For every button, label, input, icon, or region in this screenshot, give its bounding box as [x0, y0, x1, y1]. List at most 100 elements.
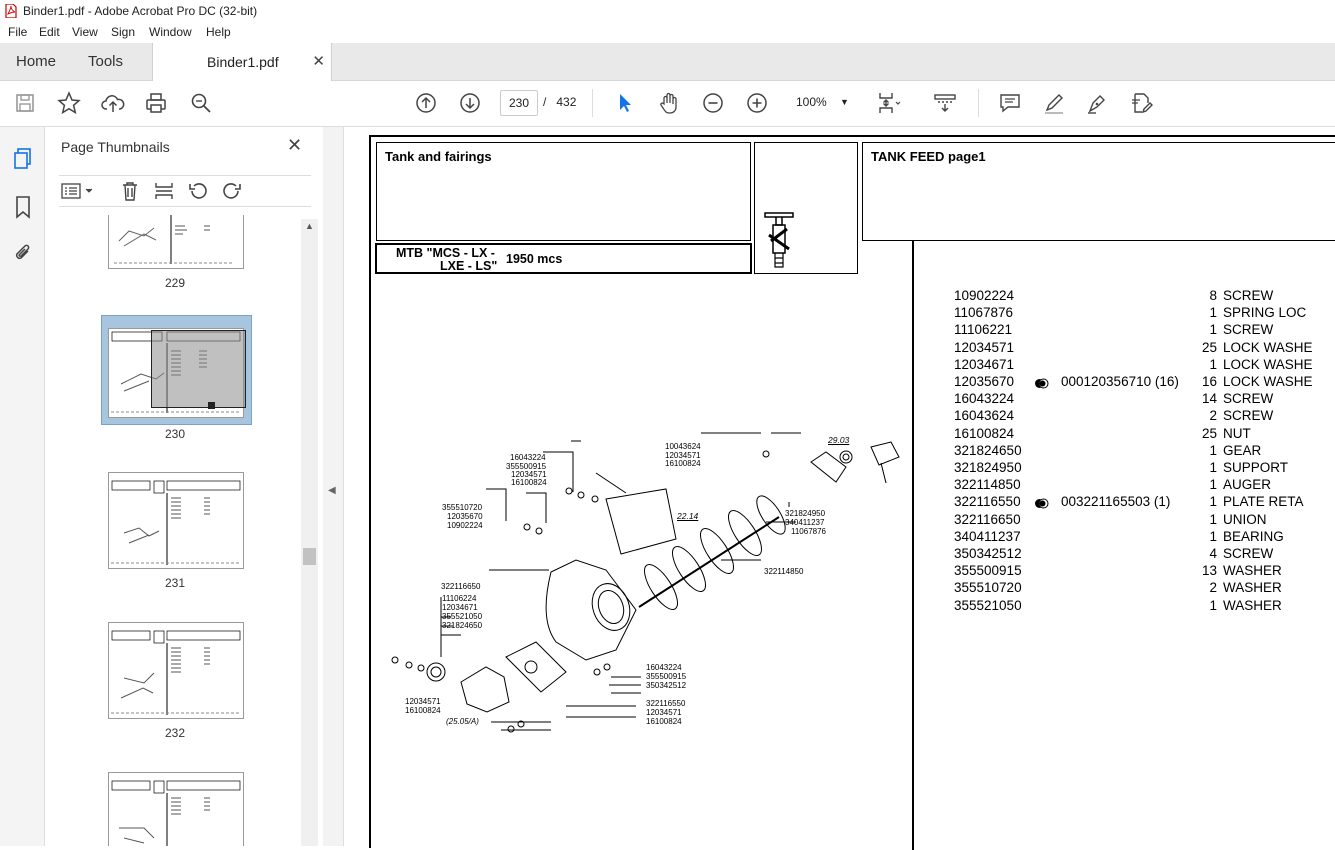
section-title-box: Tank and fairings — [376, 142, 751, 241]
part-quantity: 25 — [1201, 339, 1217, 355]
menu-edit[interactable]: Edit — [39, 25, 60, 39]
part-code: 12034671 — [954, 356, 1015, 372]
part-description: LOCK WASHE — [1223, 356, 1313, 372]
thumbnail-232[interactable] — [108, 622, 244, 719]
thumbnail-toolbar — [59, 175, 311, 207]
trash-icon[interactable] — [119, 180, 141, 202]
thumbnail-229[interactable] — [108, 215, 244, 269]
callout: 16043224 — [646, 663, 682, 672]
upload-cloud-icon[interactable] — [100, 90, 126, 116]
page-fit-icon[interactable] — [876, 90, 902, 116]
menu-view[interactable]: View — [72, 25, 98, 39]
model-line-2: LXE - LS" — [440, 259, 498, 273]
callout: 340411237 — [785, 518, 825, 527]
thumbnail-label: 232 — [164, 726, 186, 740]
close-tab-icon[interactable]: ✕ — [312, 52, 325, 70]
thumbnail-231[interactable] — [108, 472, 244, 569]
callout: 16100824 — [665, 459, 701, 468]
attachment-icon[interactable] — [12, 241, 34, 265]
part-code: 355500915 — [954, 563, 1022, 579]
part-description: WASHER — [1223, 597, 1282, 613]
part-quantity: 1 — [1209, 494, 1217, 510]
part-code: 321824650 — [954, 442, 1022, 458]
page-number-input[interactable]: 230 — [500, 90, 538, 116]
zoom-in-icon[interactable] — [744, 90, 770, 116]
options-menu-icon[interactable] — [61, 182, 95, 200]
menu-help[interactable]: Help — [206, 25, 231, 39]
page-thumbnails-icon[interactable] — [12, 147, 34, 171]
title-bar: Binder1.pdf - Adobe Acrobat Pro DC (32-b… — [0, 0, 1335, 22]
callout: 11067876 — [791, 527, 826, 536]
total-pages: 432 — [556, 95, 577, 109]
page-total: / 432 — [543, 95, 576, 109]
collapse-panel-icon[interactable]: ◀ — [328, 485, 336, 496]
sign-pen-icon[interactable] — [1085, 90, 1111, 116]
close-panel-icon[interactable]: ✕ — [287, 135, 302, 156]
callout: 16100824 — [405, 706, 441, 715]
viewport-indicator[interactable] — [151, 330, 246, 408]
callout: 12034571 — [646, 708, 682, 717]
thumbnail-preview — [111, 480, 241, 565]
zoom-search-icon[interactable] — [188, 90, 214, 116]
callout: 350342512 — [646, 681, 687, 690]
part-code: 16100824 — [954, 425, 1015, 441]
callout: 16100824 — [511, 478, 547, 487]
menu-file[interactable]: File — [8, 25, 27, 39]
edit-pdf-icon[interactable] — [1129, 90, 1155, 116]
part-quantity: 1 — [1209, 356, 1217, 372]
previous-page-icon[interactable] — [413, 90, 439, 116]
callout: 12034571 — [405, 697, 441, 706]
part-description: WASHER — [1223, 580, 1282, 596]
comment-icon[interactable] — [997, 90, 1023, 116]
select-cursor-icon[interactable] — [612, 90, 638, 116]
rotate-right-icon[interactable] — [221, 180, 243, 202]
hand-tool-icon[interactable] — [656, 90, 682, 116]
highlight-pen-icon[interactable] — [1041, 90, 1067, 116]
part-code: 355510720 — [954, 580, 1022, 596]
tab-tools[interactable]: Tools — [88, 53, 123, 70]
part-quantity: 1 — [1209, 460, 1217, 475]
part-quantity: 1 — [1209, 477, 1217, 493]
viewport-resize-handle[interactable] — [208, 402, 215, 409]
scroll-mode-icon[interactable] — [932, 90, 958, 116]
part-quantity: 14 — [1201, 391, 1217, 407]
tab-home[interactable]: Home — [16, 53, 56, 70]
column-divider — [912, 240, 914, 850]
part-code: 322116550 — [954, 494, 1021, 510]
insert-page-icon[interactable] — [153, 180, 175, 202]
window-title: Binder1.pdf - Adobe Acrobat Pro DC (32-b… — [23, 4, 258, 18]
document-tab-label: Binder1.pdf — [207, 54, 279, 70]
part-quantity: 1 — [1209, 597, 1217, 613]
model-value: 1950 mcs — [506, 252, 563, 266]
part-description: WASHER — [1223, 563, 1282, 579]
menu-window[interactable]: Window — [149, 25, 192, 39]
zoom-select[interactable]: 100% ▼ — [790, 90, 862, 114]
thumbnail-scrollbar[interactable]: ▲ — [301, 219, 318, 846]
section-title: Tank and fairings — [385, 149, 492, 164]
part-code: 322116650 — [954, 511, 1021, 527]
part-quantity: 2 — [1209, 408, 1217, 424]
callout: 355510720 — [442, 503, 483, 512]
part-description: SPRING LOC — [1223, 305, 1307, 321]
zoom-out-icon[interactable] — [700, 90, 726, 116]
save-icon[interactable] — [12, 90, 38, 116]
rotate-left-icon[interactable] — [187, 180, 209, 202]
panel-splitter[interactable]: ◀ — [323, 127, 344, 846]
star-icon[interactable] — [56, 90, 82, 116]
part-description: SCREW — [1223, 408, 1274, 424]
scrollbar-thumb[interactable] — [303, 548, 316, 565]
next-page-icon[interactable] — [457, 90, 483, 116]
print-icon[interactable] — [143, 90, 169, 116]
part-quantity: 1 — [1209, 511, 1217, 527]
callout: 322116650 — [441, 582, 481, 591]
thumbnail-next[interactable] — [108, 772, 244, 846]
menu-sign[interactable]: Sign — [111, 25, 135, 39]
callout: 16043224 — [510, 453, 546, 462]
part-description: SCREW — [1223, 322, 1274, 338]
tab-document[interactable]: Binder1.pdf ✕ — [152, 43, 332, 81]
scroll-up-icon[interactable]: ▲ — [305, 221, 314, 231]
replacement-code: 003221165503 (1) — [1061, 494, 1171, 510]
part-quantity: 25 — [1201, 425, 1217, 441]
bookmark-icon[interactable] — [12, 195, 34, 219]
part-description: BEARING — [1223, 528, 1284, 544]
